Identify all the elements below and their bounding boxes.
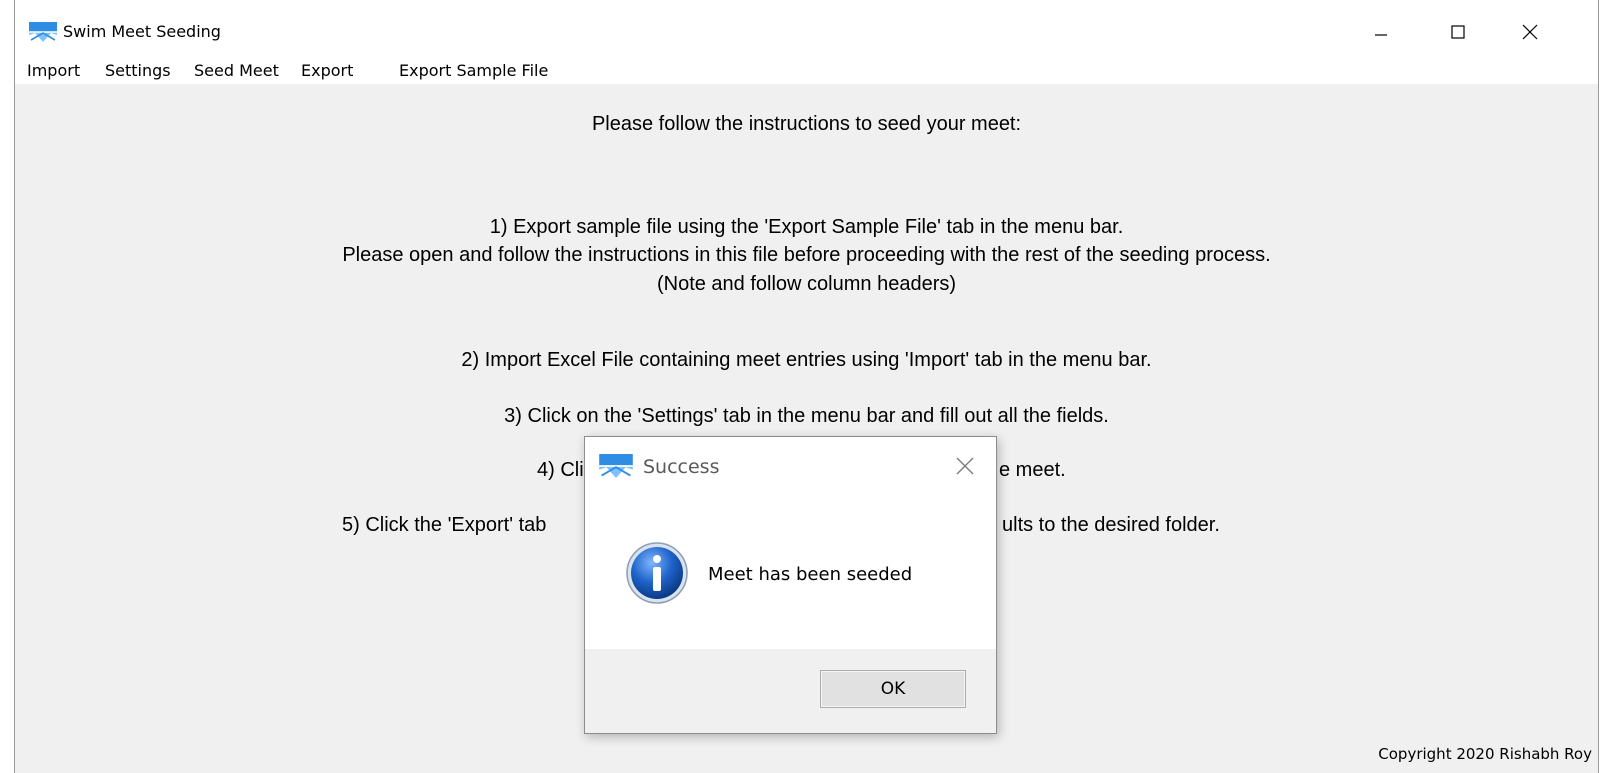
step-2: 2) Import Excel File containing meet ent…	[461, 349, 1152, 371]
menu-export-sample-file[interactable]: Export Sample File	[399, 58, 548, 84]
window-title: Swim Meet Seeding	[63, 22, 221, 41]
title-bar[interactable]: Swim Meet Seeding	[15, 0, 1598, 58]
close-button[interactable]	[1505, 14, 1555, 50]
swim-meet-app-icon	[29, 22, 57, 42]
step-1-line-3: (Note and follow column headers)	[656, 273, 957, 295]
dialog-footer: OK	[585, 649, 996, 733]
step-1-line-2: Please open and follow the instructions …	[342, 244, 1271, 266]
step-1-line-1: 1) Export sample file using the 'Export …	[489, 216, 1124, 238]
maximize-icon	[1451, 25, 1465, 39]
step-3: 3) Click on the 'Settings' tab in the me…	[504, 405, 1109, 427]
minimize-icon	[1375, 34, 1387, 36]
maximize-button[interactable]	[1433, 14, 1483, 50]
close-icon	[1522, 24, 1538, 40]
close-icon	[956, 457, 974, 475]
step-4-right: e meet.	[999, 459, 1066, 481]
step-5-left: 5) Click the 'Export' tab	[342, 514, 547, 536]
swim-meet-app-icon	[599, 454, 633, 478]
menu-settings[interactable]: Settings	[105, 58, 171, 84]
dialog-title: Success	[643, 456, 720, 478]
menu-export[interactable]: Export	[301, 58, 353, 84]
step-5-right: ults to the desired folder.	[1002, 514, 1220, 536]
info-icon	[626, 542, 688, 604]
success-dialog: Success Meet has been seeded OK	[584, 436, 997, 734]
menu-bar: Import Settings Seed Meet Export Export …	[15, 58, 1598, 84]
menu-import[interactable]: Import	[27, 58, 80, 84]
instructions-heading: Please follow the instructions to seed y…	[591, 113, 1022, 135]
minimize-button[interactable]	[1356, 14, 1406, 50]
ok-button[interactable]: OK	[820, 670, 966, 708]
dialog-close-button[interactable]	[950, 451, 980, 481]
copyright-text: Copyright 2020 Rishabh Roy	[1378, 745, 1592, 763]
dialog-message: Meet has been seeded	[708, 564, 913, 585]
menu-seed-meet[interactable]: Seed Meet	[194, 58, 279, 84]
